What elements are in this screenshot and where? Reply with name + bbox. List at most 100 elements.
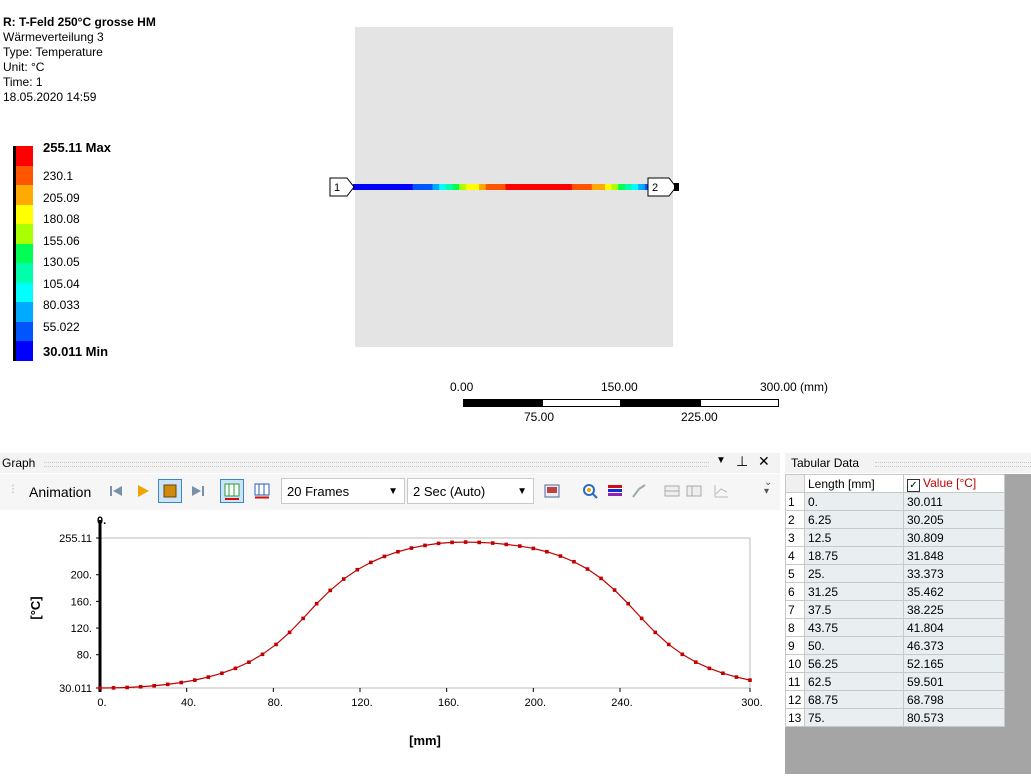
probe-segment — [459, 184, 467, 190]
probe-segment — [505, 184, 513, 190]
data-point — [585, 567, 590, 571]
value-cell[interactable]: 41.804 — [903, 618, 1005, 637]
length-cell[interactable]: 0. — [804, 492, 904, 511]
probe-segment — [386, 184, 394, 190]
scale-label-75: 75.00 — [524, 410, 555, 424]
data-point — [287, 630, 292, 635]
table-row[interactable]: 5 25. 33.373 — [785, 564, 1005, 583]
chart-style-icon[interactable] — [713, 483, 729, 499]
table-row[interactable]: 6 31.25 35.462 — [785, 582, 1005, 601]
probe-segment — [492, 184, 500, 190]
row-number: 5 — [785, 564, 805, 583]
value-cell[interactable]: 30.809 — [903, 528, 1005, 547]
y-axis-label: [°C] — [28, 596, 43, 619]
table-row[interactable]: 7 37.5 38.225 — [785, 600, 1005, 619]
length-cell[interactable]: 6.25 — [804, 510, 904, 529]
legend-label: 80.033 — [43, 298, 80, 313]
table-row[interactable]: 11 62.5 59.501 — [785, 672, 1005, 691]
data-point — [477, 540, 481, 545]
row-number: 13 — [785, 708, 805, 727]
table-row[interactable]: 13 75. 80.573 — [785, 708, 1005, 727]
value-cell[interactable]: 68.798 — [903, 690, 1005, 709]
distributed-frames-icon[interactable] — [220, 479, 244, 503]
value-checkbox[interactable]: ✓ — [907, 478, 920, 492]
legend-colors-icon[interactable] — [607, 483, 623, 499]
panel-menu-icon[interactable]: ▼ — [716, 455, 726, 466]
zoom-icon[interactable] — [582, 483, 598, 499]
y-tick-label: 200. — [71, 570, 92, 582]
probe-end-label: 2 — [652, 182, 658, 194]
table-row[interactable]: 10 56.25 52.165 — [785, 654, 1005, 673]
length-cell[interactable]: 18.75 — [804, 546, 904, 565]
table-row[interactable]: 3 12.5 30.809 — [785, 528, 1005, 547]
probe-segment — [485, 184, 493, 190]
data-point — [531, 546, 536, 551]
value-cell[interactable]: 30.011 — [903, 492, 1005, 511]
probe-segment — [452, 184, 460, 190]
stop-icon[interactable] — [158, 479, 182, 503]
probe-segment — [545, 184, 553, 190]
length-cell[interactable]: 25. — [804, 564, 904, 583]
data-point — [328, 588, 333, 593]
table-row[interactable]: 1 0. 30.011 — [785, 492, 1005, 511]
export-video-icon[interactable] — [544, 483, 560, 499]
row-number: 7 — [785, 600, 805, 619]
result-date: 18.05.2020 14:59 — [3, 90, 97, 104]
close-icon[interactable]: ✕ — [758, 453, 770, 470]
length-cell[interactable]: 37.5 — [804, 600, 904, 619]
result-name: Wärmeverteilung 3 — [3, 30, 104, 44]
length-cell[interactable]: 50. — [804, 636, 904, 655]
length-cell[interactable]: 56.25 — [804, 654, 904, 673]
first-frame-icon[interactable] — [108, 483, 124, 499]
probe-segment — [372, 184, 381, 190]
table-options-icon[interactable] — [686, 483, 702, 499]
length-cell[interactable]: 43.75 — [804, 618, 904, 637]
probe-segment — [538, 184, 546, 190]
x-tick-label: 240. — [611, 697, 632, 709]
speed-dropdown[interactable]: 2 Sec (Auto) ▼ — [407, 478, 534, 504]
value-cell[interactable]: 31.848 — [903, 546, 1005, 565]
frames-dropdown[interactable]: 20 Frames ▼ — [281, 478, 405, 504]
value-cell[interactable]: 35.462 — [903, 582, 1005, 601]
data-point — [98, 686, 102, 690]
table-row[interactable]: 4 18.75 31.848 — [785, 546, 1005, 565]
length-cell[interactable]: 75. — [804, 708, 904, 727]
value-cell[interactable]: 38.225 — [903, 600, 1005, 619]
data-point — [233, 666, 238, 671]
table-row[interactable]: 2 6.25 30.205 — [785, 510, 1005, 529]
legend-edge — [13, 146, 16, 361]
data-point — [463, 540, 468, 544]
length-cell[interactable]: 31.25 — [804, 582, 904, 601]
table-row[interactable]: 12 68.75 68.798 — [785, 690, 1005, 709]
table-view-icon[interactable] — [664, 483, 680, 499]
probe-tool-icon[interactable] — [631, 483, 647, 499]
probe-segment — [425, 184, 434, 190]
plot-frame — [99, 537, 751, 689]
data-point — [734, 675, 739, 679]
legend-swatch — [13, 146, 33, 166]
table-row[interactable]: 8 43.75 41.804 — [785, 618, 1005, 637]
column-header-length[interactable]: Length [mm] — [804, 474, 904, 493]
value-cell[interactable]: 52.165 — [903, 654, 1005, 673]
value-cell[interactable]: 59.501 — [903, 672, 1005, 691]
probe-segment — [392, 184, 400, 190]
value-cell[interactable]: 80.573 — [903, 708, 1005, 727]
probe-segment — [591, 184, 599, 190]
value-cell[interactable]: 30.205 — [903, 510, 1005, 529]
length-cell[interactable]: 12.5 — [804, 528, 904, 547]
value-cell[interactable]: 33.373 — [903, 564, 1005, 583]
length-cell[interactable]: 62.5 — [804, 672, 904, 691]
play-icon[interactable] — [135, 483, 151, 499]
probe-start-label: 1 — [334, 182, 340, 194]
last-frame-icon[interactable] — [190, 483, 206, 499]
row-number: 3 — [785, 528, 805, 547]
result-frames-icon[interactable] — [254, 483, 270, 499]
pin-icon[interactable]: ⊥ — [736, 453, 748, 470]
table-row[interactable]: 9 50. 46.373 — [785, 636, 1005, 655]
probe-segment — [551, 184, 560, 190]
toolbar-overflow-icon[interactable]: ⌄ ▾ — [764, 478, 772, 497]
column-header-value[interactable]: ✓ Value [°C] — [903, 474, 1005, 493]
length-cell[interactable]: 68.75 — [804, 690, 904, 709]
data-point — [490, 541, 495, 545]
value-cell[interactable]: 46.373 — [903, 636, 1005, 655]
